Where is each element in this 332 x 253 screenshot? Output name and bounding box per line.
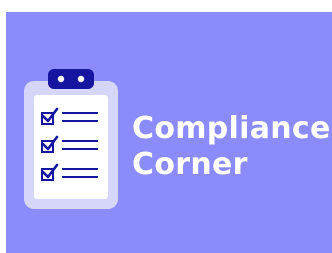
clipboard-clip: [48, 69, 94, 89]
badge-title-line-2: Corner: [132, 147, 248, 182]
compliance-corner-badge: Compliance Corner: [6, 12, 332, 253]
badge-title-line-1: Compliance: [132, 111, 331, 146]
clipboard-checklist-icon: [24, 69, 118, 209]
